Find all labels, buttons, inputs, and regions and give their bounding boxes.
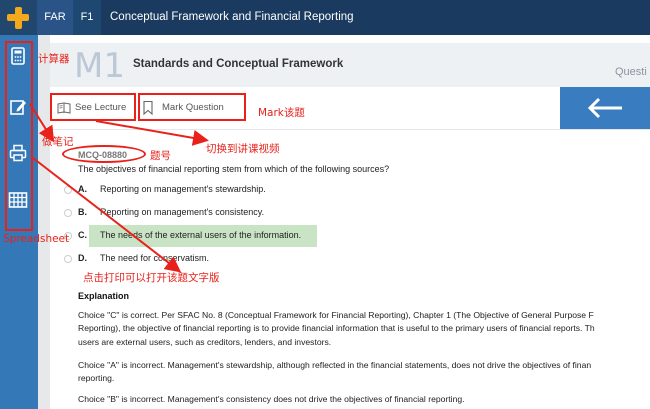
arrow-print [32,157,182,273]
annotation-spreadsheet: Spreadsheet [3,233,70,245]
annotation-print: 点击打印可以打开该题文字版 [83,272,220,284]
arrow-lecture [95,120,209,146]
annotation-notes: 做笔记 [42,136,74,148]
annotation-arrows [29,103,209,273]
annotation-mark: Mark该题 [258,107,305,119]
annotation-calculator: 计算器 [38,53,70,65]
annotation-question-number: 题号 [150,150,171,162]
annotation-switch-lecture: 切换到讲课视频 [206,143,280,155]
